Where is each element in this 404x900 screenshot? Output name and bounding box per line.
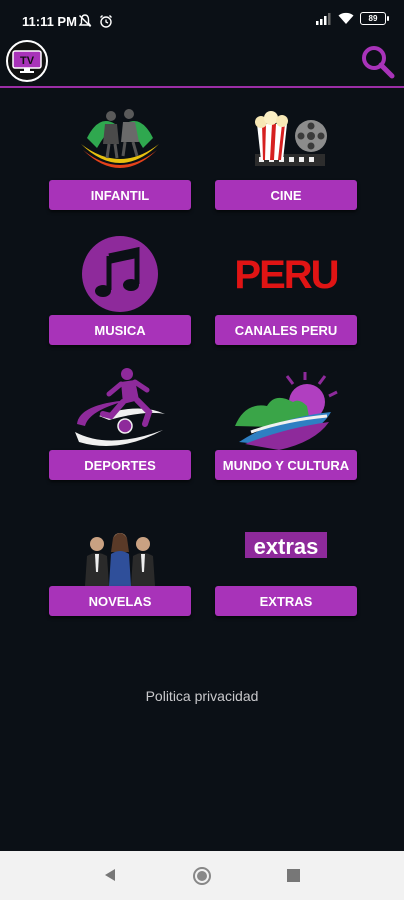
app-logo[interactable]: TV [6, 40, 48, 82]
signal-icon [316, 12, 331, 25]
wifi-icon [338, 12, 354, 24]
novelas-button[interactable]: NOVELAS [49, 586, 191, 616]
category-canales-peru: PERU CANALES PERU [215, 236, 357, 345]
infantil-button[interactable]: INFANTIL [49, 180, 191, 210]
cine-button[interactable]: CINE [215, 180, 357, 210]
music-note-icon [82, 236, 158, 312]
extras-logo: extras [245, 532, 327, 559]
status-system-icons: 89 [316, 12, 389, 25]
system-nav-bar [0, 851, 404, 900]
search-icon[interactable] [360, 44, 396, 80]
actors-icon [85, 533, 155, 586]
category-infantil: INFANTIL [49, 104, 191, 210]
battery-icon: 89 [360, 12, 389, 25]
category-cine: CINE [215, 104, 357, 210]
back-icon[interactable] [103, 867, 117, 883]
app-logo-text: TV [20, 55, 35, 67]
category-novelas: NOVELAS [49, 530, 191, 616]
category-extras: extras EXTRAS [215, 530, 357, 616]
home-icon[interactable] [192, 866, 212, 886]
category-musica: MUSICA [49, 236, 191, 345]
extras-logo-text: extras [254, 534, 319, 559]
kids-icon [81, 109, 159, 168]
tv-logo-icon: TV [12, 50, 42, 73]
app-bar: TV [0, 40, 404, 88]
status-bar: 11:11 PM 89 [0, 0, 404, 42]
recents-icon[interactable] [287, 869, 300, 882]
landscape-icon [235, 372, 338, 450]
status-notification-icons [78, 12, 113, 28]
category-mundo-y-cultura: MUNDO Y CULTURA [215, 372, 357, 480]
mundo-y-cultura-button[interactable]: MUNDO Y CULTURA [215, 450, 357, 480]
soccer-player-icon [75, 368, 165, 446]
musica-button[interactable]: MUSICA [49, 315, 191, 345]
privacy-policy-link[interactable]: Politica privacidad [0, 688, 404, 704]
extras-button[interactable]: EXTRAS [215, 586, 357, 616]
category-deportes: DEPORTES [49, 366, 191, 480]
cinema-icon [255, 111, 327, 166]
canales-peru-button[interactable]: CANALES PERU [215, 315, 357, 345]
peru-logo: PERU [234, 253, 339, 297]
status-time: 11:11 PM [22, 14, 77, 29]
alarm-icon [99, 14, 112, 28]
mute-bell-icon [78, 13, 92, 27]
peru-logo-text: PERU [234, 253, 337, 297]
app-bar-divider [0, 86, 404, 88]
deportes-button[interactable]: DEPORTES [49, 450, 191, 480]
